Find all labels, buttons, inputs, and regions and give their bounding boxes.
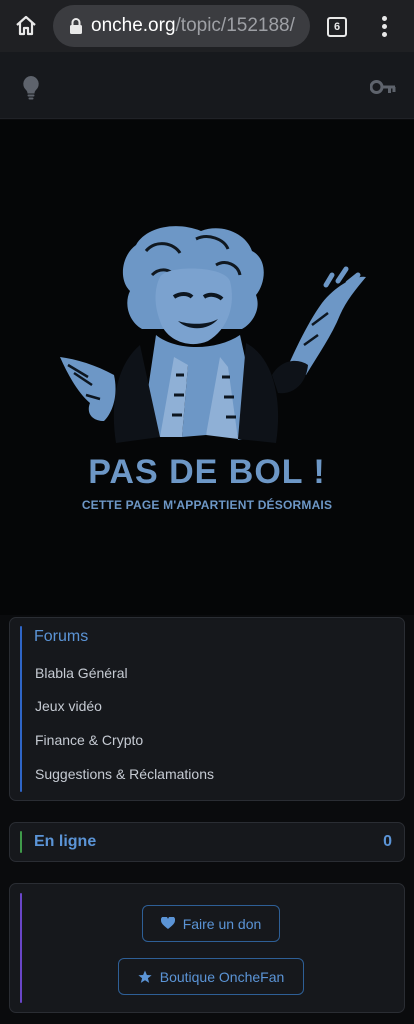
forums-card: Forums Blabla Général Jeux vidéo Finance… — [9, 617, 405, 801]
error-hero: PAS DE BOL ! CETTE PAGE M'APPARTIENT DÉS… — [0, 120, 414, 615]
donate-button[interactable]: Faire un don — [142, 905, 280, 942]
shop-button[interactable]: Boutique OncheFan — [118, 958, 304, 995]
star-icon — [138, 970, 152, 983]
online-accent-bar — [20, 831, 22, 853]
forum-link-jeux-video[interactable]: Jeux vidéo — [35, 698, 102, 714]
forums-accent-bar — [20, 626, 22, 792]
donate-label: Faire un don — [182, 915, 262, 932]
online-card: En ligne 0 — [9, 822, 405, 862]
address-bar[interactable]: onche.org/topic/152188/ — [53, 5, 310, 47]
more-options-icon[interactable] — [372, 14, 396, 38]
hero-subtitle: CETTE PAGE M'APPARTIENT DÉSORMAIS — [81, 498, 333, 512]
mascot-illustration — [60, 226, 366, 443]
home-icon[interactable] — [12, 12, 40, 40]
tab-count-button[interactable]: 6 — [327, 17, 347, 37]
site-header — [0, 52, 414, 119]
url-path: /topic/152188/ — [175, 15, 295, 36]
online-count: 0 — [383, 833, 392, 850]
forums-title: Forums — [34, 628, 89, 645]
support-accent-bar — [20, 893, 22, 1003]
key-icon[interactable] — [370, 78, 396, 96]
browser-toolbar: onche.org/topic/152188/ 6 — [0, 0, 414, 52]
support-card: Faire un don Boutique OncheFan — [9, 883, 405, 1013]
lightbulb-icon[interactable] — [20, 74, 42, 100]
forum-link-suggestions[interactable]: Suggestions & Réclamations — [35, 766, 214, 782]
forum-link-blabla-general[interactable]: Blabla Général — [35, 665, 128, 681]
url-host: onche.org — [91, 15, 176, 36]
hero-title: PAS DE BOL ! — [88, 453, 326, 491]
heart-icon — [160, 917, 175, 929]
lock-icon — [70, 18, 82, 34]
online-label[interactable]: En ligne — [34, 833, 96, 851]
url-text: onche.org/topic/152188/ — [91, 15, 295, 37]
shop-label: Boutique OncheFan — [159, 968, 285, 985]
forum-link-finance-crypto[interactable]: Finance & Crypto — [35, 732, 143, 748]
